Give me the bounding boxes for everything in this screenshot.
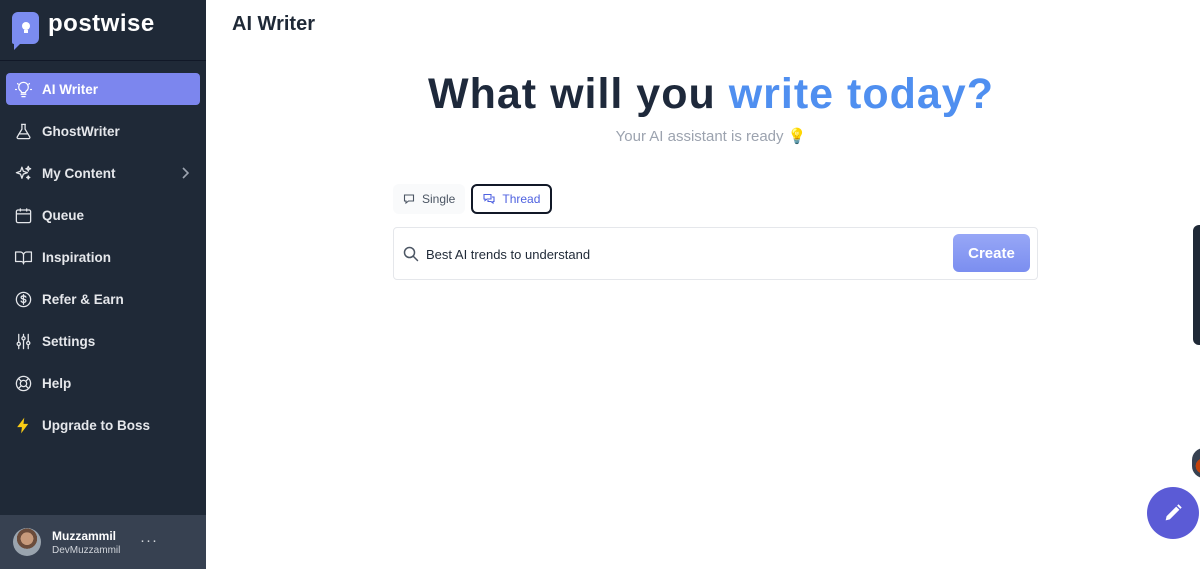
lightning-icon: [13, 415, 33, 435]
mode-thread-label: Thread: [502, 192, 541, 206]
brand-name: postwise: [48, 10, 155, 37]
prompt-input[interactable]: [426, 242, 936, 266]
sidebar-item-label: Upgrade to Boss: [42, 417, 151, 433]
hero-title: What will you write today?: [206, 70, 1200, 119]
mode-single-button[interactable]: Single: [393, 184, 466, 214]
sidebar-item-ghostwriter[interactable]: GhostWriter: [6, 115, 200, 147]
user-name: Muzzammil: [52, 529, 117, 543]
mode-single-label: Single: [422, 192, 456, 206]
chat-bubble-icon: [403, 194, 415, 205]
sidebar-item-my-content[interactable]: My Content: [6, 157, 200, 189]
lightbulb-icon: [13, 79, 33, 99]
calendar-icon: [13, 205, 33, 225]
brand[interactable]: postwise: [12, 10, 155, 50]
user-handle: DevMuzzammil: [52, 545, 121, 556]
sidebar-item-label: Refer & Earn: [42, 291, 124, 307]
sidebar-item-help[interactable]: Help: [6, 367, 200, 399]
prompt-bar: Create: [393, 227, 1038, 280]
hero: What will you write today? Your AI assis…: [206, 70, 1200, 145]
sidebar: postwise AI Writer GhostWriter My Conten…: [0, 0, 206, 569]
sidebar-item-label: Inspiration: [42, 249, 112, 265]
sidebar-item-label: My Content: [42, 165, 116, 181]
more-options-icon[interactable]: ···: [140, 532, 158, 549]
chat-bubbles-icon: [483, 193, 495, 205]
sidebar-item-label: Queue: [42, 207, 85, 223]
logo-bulb-icon: [21, 22, 30, 33]
sidebar-item-label: AI Writer: [42, 81, 99, 97]
sidebar-item-refer-earn[interactable]: Refer & Earn: [6, 283, 200, 315]
hero-subtitle: Your AI assistant is ready 💡: [615, 128, 807, 145]
dollar-circle-icon: [13, 289, 33, 309]
post-mode-toggle: Single Thread: [393, 184, 553, 214]
sidebar-item-label: Settings: [42, 333, 96, 349]
sidebar-item-upgrade[interactable]: Upgrade to Boss: [6, 409, 200, 441]
sidebar-item-settings[interactable]: Settings: [6, 325, 200, 357]
sidebar-item-label: Help: [42, 375, 72, 391]
compose-button[interactable]: [1147, 487, 1199, 539]
hero-title-accent: write today?: [728, 70, 994, 118]
sidebar-nav: AI Writer GhostWriter My Content Queue I…: [6, 73, 200, 451]
sidebar-item-label: GhostWriter: [42, 123, 120, 139]
create-button[interactable]: Create: [953, 234, 1030, 272]
chevron-right-icon[interactable]: [178, 165, 192, 181]
postwise-logo-icon: [12, 12, 39, 50]
sparkles-icon: [13, 163, 33, 183]
book-open-icon: [13, 247, 33, 267]
sidebar-item-inspiration[interactable]: Inspiration: [6, 241, 200, 273]
pencil-icon: [1165, 504, 1182, 521]
sidebar-item-queue[interactable]: Queue: [6, 199, 200, 231]
sidebar-item-ai-writer[interactable]: AI Writer: [6, 73, 200, 105]
sidebar-divider: [0, 60, 206, 61]
page-title: AI Writer: [232, 13, 315, 35]
hero-title-main: What will you: [428, 70, 716, 118]
sliders-icon: [13, 331, 33, 351]
side-panel-tab[interactable]: [1193, 225, 1200, 345]
search-icon: [403, 246, 419, 262]
avatar[interactable]: [13, 528, 41, 556]
lifebuoy-icon: [13, 373, 33, 393]
mode-thread-button[interactable]: Thread: [471, 184, 553, 214]
user-profile[interactable]: Muzzammil DevMuzzammil ···: [0, 515, 206, 569]
chat-widget-avatar[interactable]: [1192, 448, 1200, 478]
flask-icon: [13, 121, 33, 141]
